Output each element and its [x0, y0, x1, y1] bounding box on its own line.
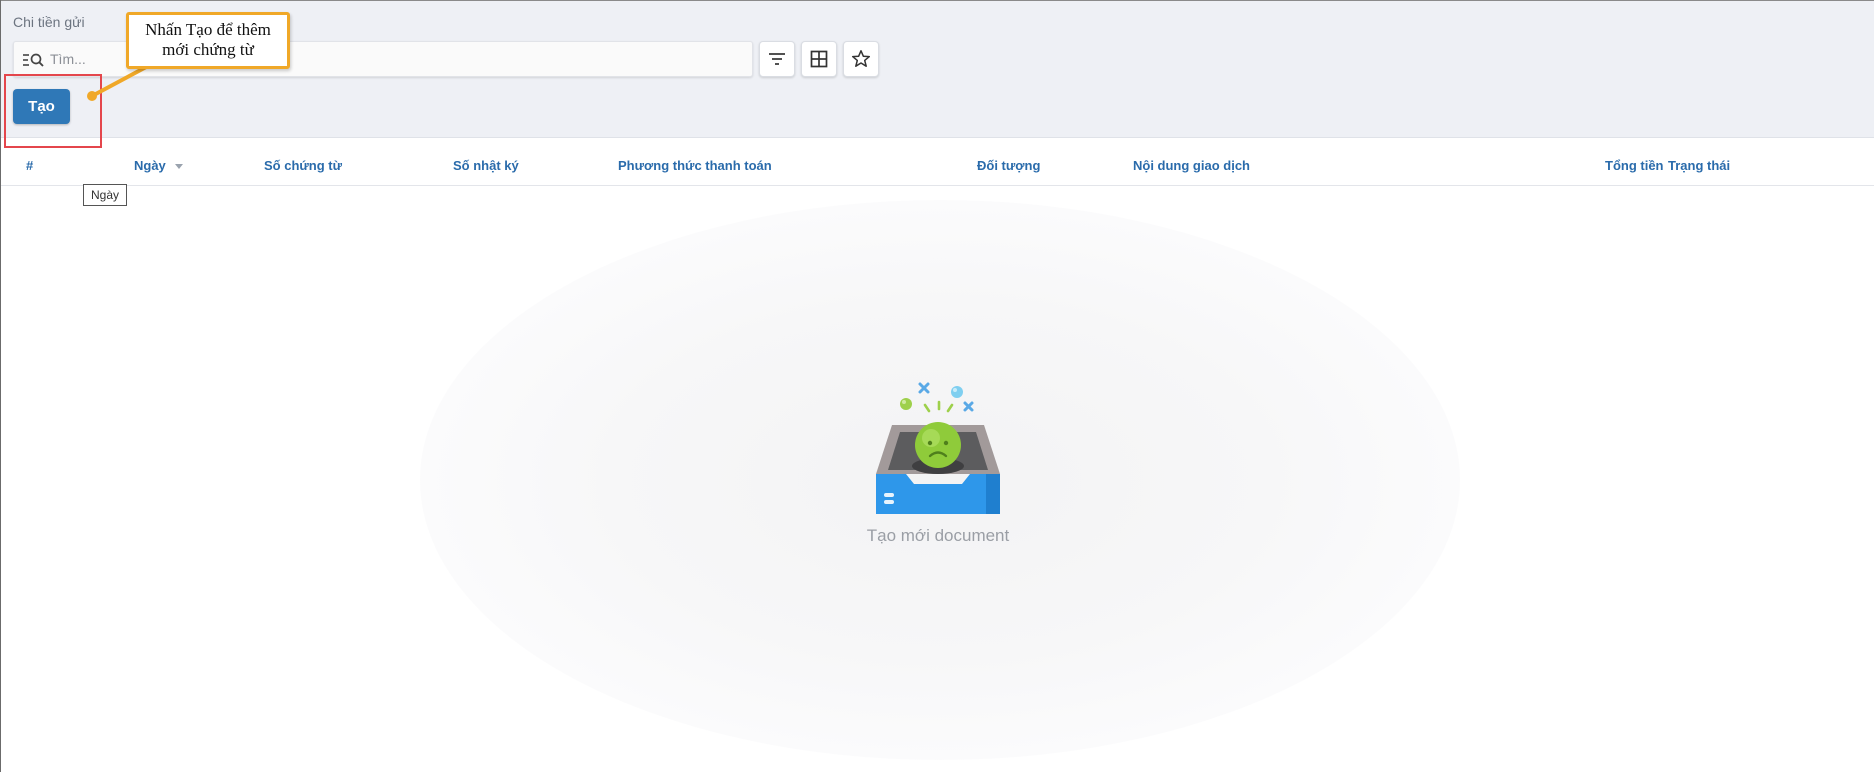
column-header-voucher-number[interactable]: Số chứng từ — [264, 158, 342, 173]
column-tooltip: Ngày — [83, 184, 127, 206]
callout-line-2: mới chứng từ — [162, 40, 254, 59]
breadcrumb[interactable]: Chi tiền gửi — [13, 14, 85, 30]
column-header-payment-method[interactable]: Phương thức thanh toán — [618, 158, 772, 173]
create-button[interactable]: Tạo — [13, 89, 70, 124]
search-options-icon[interactable] — [22, 51, 46, 69]
grid-view-icon — [810, 50, 828, 68]
callout-line-1: Nhấn Tạo để thêm — [145, 20, 271, 39]
empty-state-text[interactable]: Tạo mới document — [838, 526, 1038, 546]
grid-view-button[interactable] — [801, 41, 837, 77]
column-header-total[interactable]: Tổng tiền — [1605, 158, 1664, 173]
column-header-journal-number[interactable]: Số nhật ký — [453, 158, 519, 173]
column-header-status[interactable]: Trạng thái — [1668, 158, 1730, 173]
column-header-partner[interactable]: Đối tượng — [977, 158, 1040, 173]
window-left-border — [0, 0, 1, 772]
filter-icon — [768, 52, 786, 66]
column-header-description[interactable]: Nội dung giao dịch — [1133, 158, 1250, 173]
column-header-index[interactable]: # — [26, 158, 33, 173]
favorite-button[interactable] — [843, 41, 879, 77]
empty-inbox-icon — [876, 382, 1000, 514]
filter-button[interactable] — [759, 41, 795, 77]
search-box[interactable] — [13, 41, 753, 77]
star-icon — [851, 49, 871, 69]
window-top-border — [0, 0, 1874, 1]
column-header-date[interactable]: Ngày — [134, 158, 166, 173]
instruction-callout: Nhấn Tạo để thêm mới chứng từ — [126, 12, 290, 69]
sort-caret-icon[interactable] — [175, 164, 183, 169]
